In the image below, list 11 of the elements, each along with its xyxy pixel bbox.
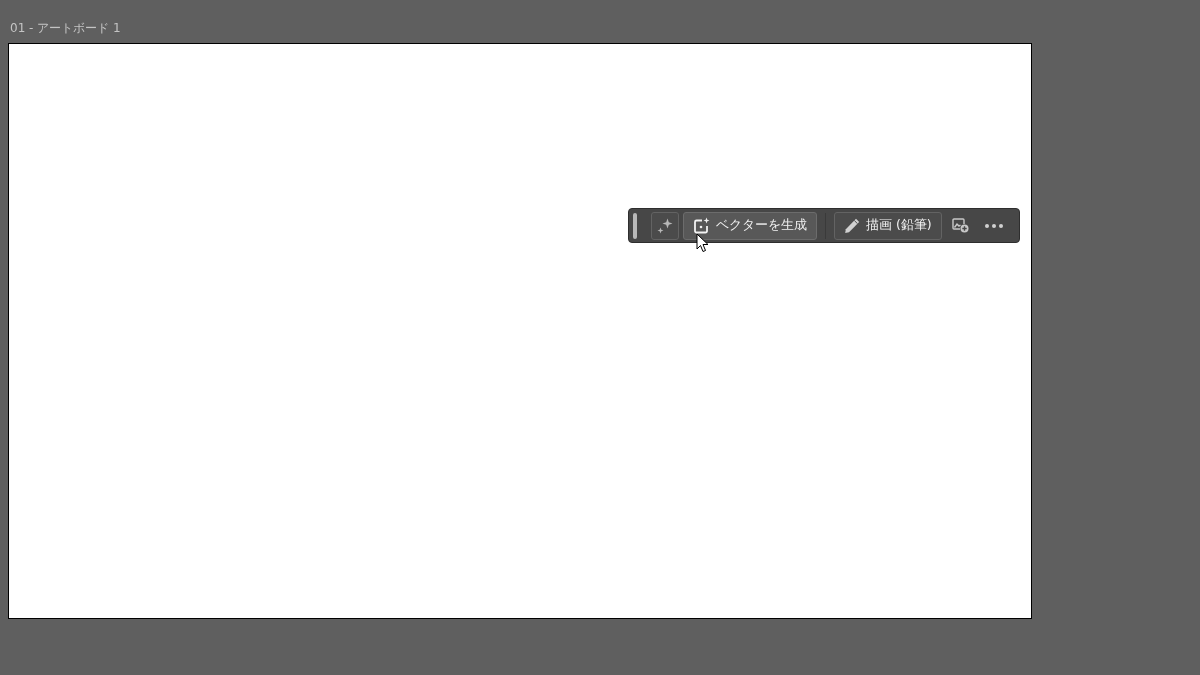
mouse-pointer-icon bbox=[696, 233, 709, 253]
sparkle-button[interactable] bbox=[651, 211, 679, 240]
draw-pencil-button[interactable]: 描画 (鉛筆) bbox=[834, 211, 942, 240]
drag-handle[interactable] bbox=[633, 212, 637, 239]
frame-sparkle-icon bbox=[693, 217, 710, 234]
pencil-icon bbox=[844, 217, 860, 234]
more-icon bbox=[984, 223, 1003, 228]
image-add-icon bbox=[951, 218, 969, 233]
generate-vector-button[interactable]: ベクターを生成 bbox=[683, 211, 817, 240]
artboard-label: 01 - アートボード 1 bbox=[10, 21, 121, 36]
sparkle-icon bbox=[657, 217, 673, 234]
